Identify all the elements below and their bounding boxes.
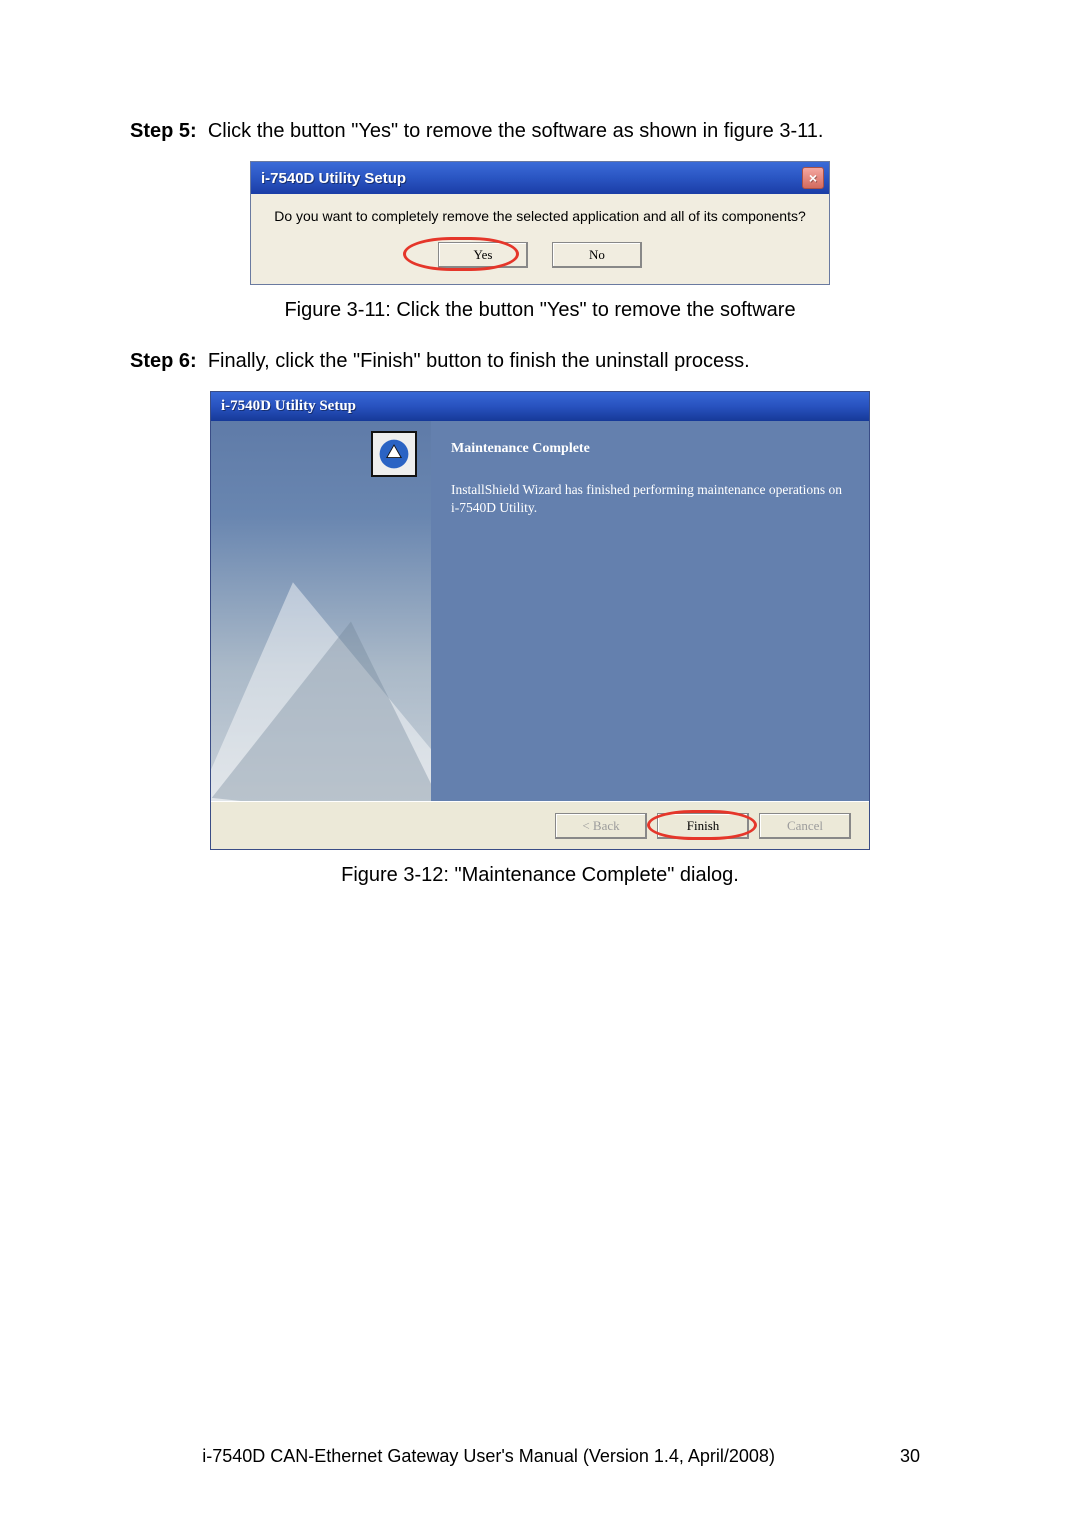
step5-text: Click the button "Yes" to remove the sof…: [208, 120, 824, 142]
wizard-content: Maintenance Complete InstallShield Wizar…: [431, 421, 869, 801]
page-footer: i-7540D CAN-Ethernet Gateway User's Manu…: [0, 1446, 1080, 1467]
wizard-dialog-titlebar: i-7540D Utility Setup: [211, 392, 869, 421]
footer-page-number: 30: [900, 1446, 920, 1466]
no-button[interactable]: No: [552, 242, 642, 268]
figure-3-12-caption: Figure 3-12: "Maintenance Complete" dial…: [130, 864, 950, 887]
step6-text: Finally, click the "Finish" button to fi…: [208, 350, 750, 372]
cancel-button: Cancel: [759, 813, 851, 839]
step6-label: Step 6:: [130, 350, 197, 372]
confirm-dialog: i-7540D Utility Setup × Do you want to c…: [250, 161, 830, 285]
footer-text: i-7540D CAN-Ethernet Gateway User's Manu…: [202, 1446, 775, 1467]
finish-button[interactable]: Finish: [657, 813, 749, 839]
decorative-triangle-icon: [212, 609, 431, 801]
confirm-dialog-message: Do you want to completely remove the sel…: [263, 208, 817, 224]
wizard-dialog: i-7540D Utility Setup Maintenance Comple…: [210, 391, 870, 850]
step5-label: Step 5:: [130, 120, 197, 142]
step5-line: Step 5: Click the button "Yes" to remove…: [130, 120, 950, 143]
close-icon[interactable]: ×: [802, 167, 824, 189]
back-button: < Back: [555, 813, 647, 839]
wizard-button-bar: < Back Finish Cancel: [211, 801, 869, 849]
wizard-dialog-title: i-7540D Utility Setup: [221, 398, 356, 414]
wizard-body-text: InstallShield Wizard has finished perfor…: [451, 481, 849, 517]
confirm-dialog-title: i-7540D Utility Setup: [261, 170, 406, 187]
wizard-sidebar: [211, 421, 431, 801]
figure-3-11-caption: Figure 3-11: Click the button "Yes" to r…: [130, 299, 950, 322]
step6-line: Step 6: Finally, click the "Finish" butt…: [130, 350, 950, 373]
yes-button[interactable]: Yes: [438, 242, 528, 268]
confirm-dialog-titlebar: i-7540D Utility Setup ×: [251, 162, 829, 194]
wizard-heading: Maintenance Complete: [451, 441, 849, 457]
installshield-logo-icon: [371, 431, 417, 477]
